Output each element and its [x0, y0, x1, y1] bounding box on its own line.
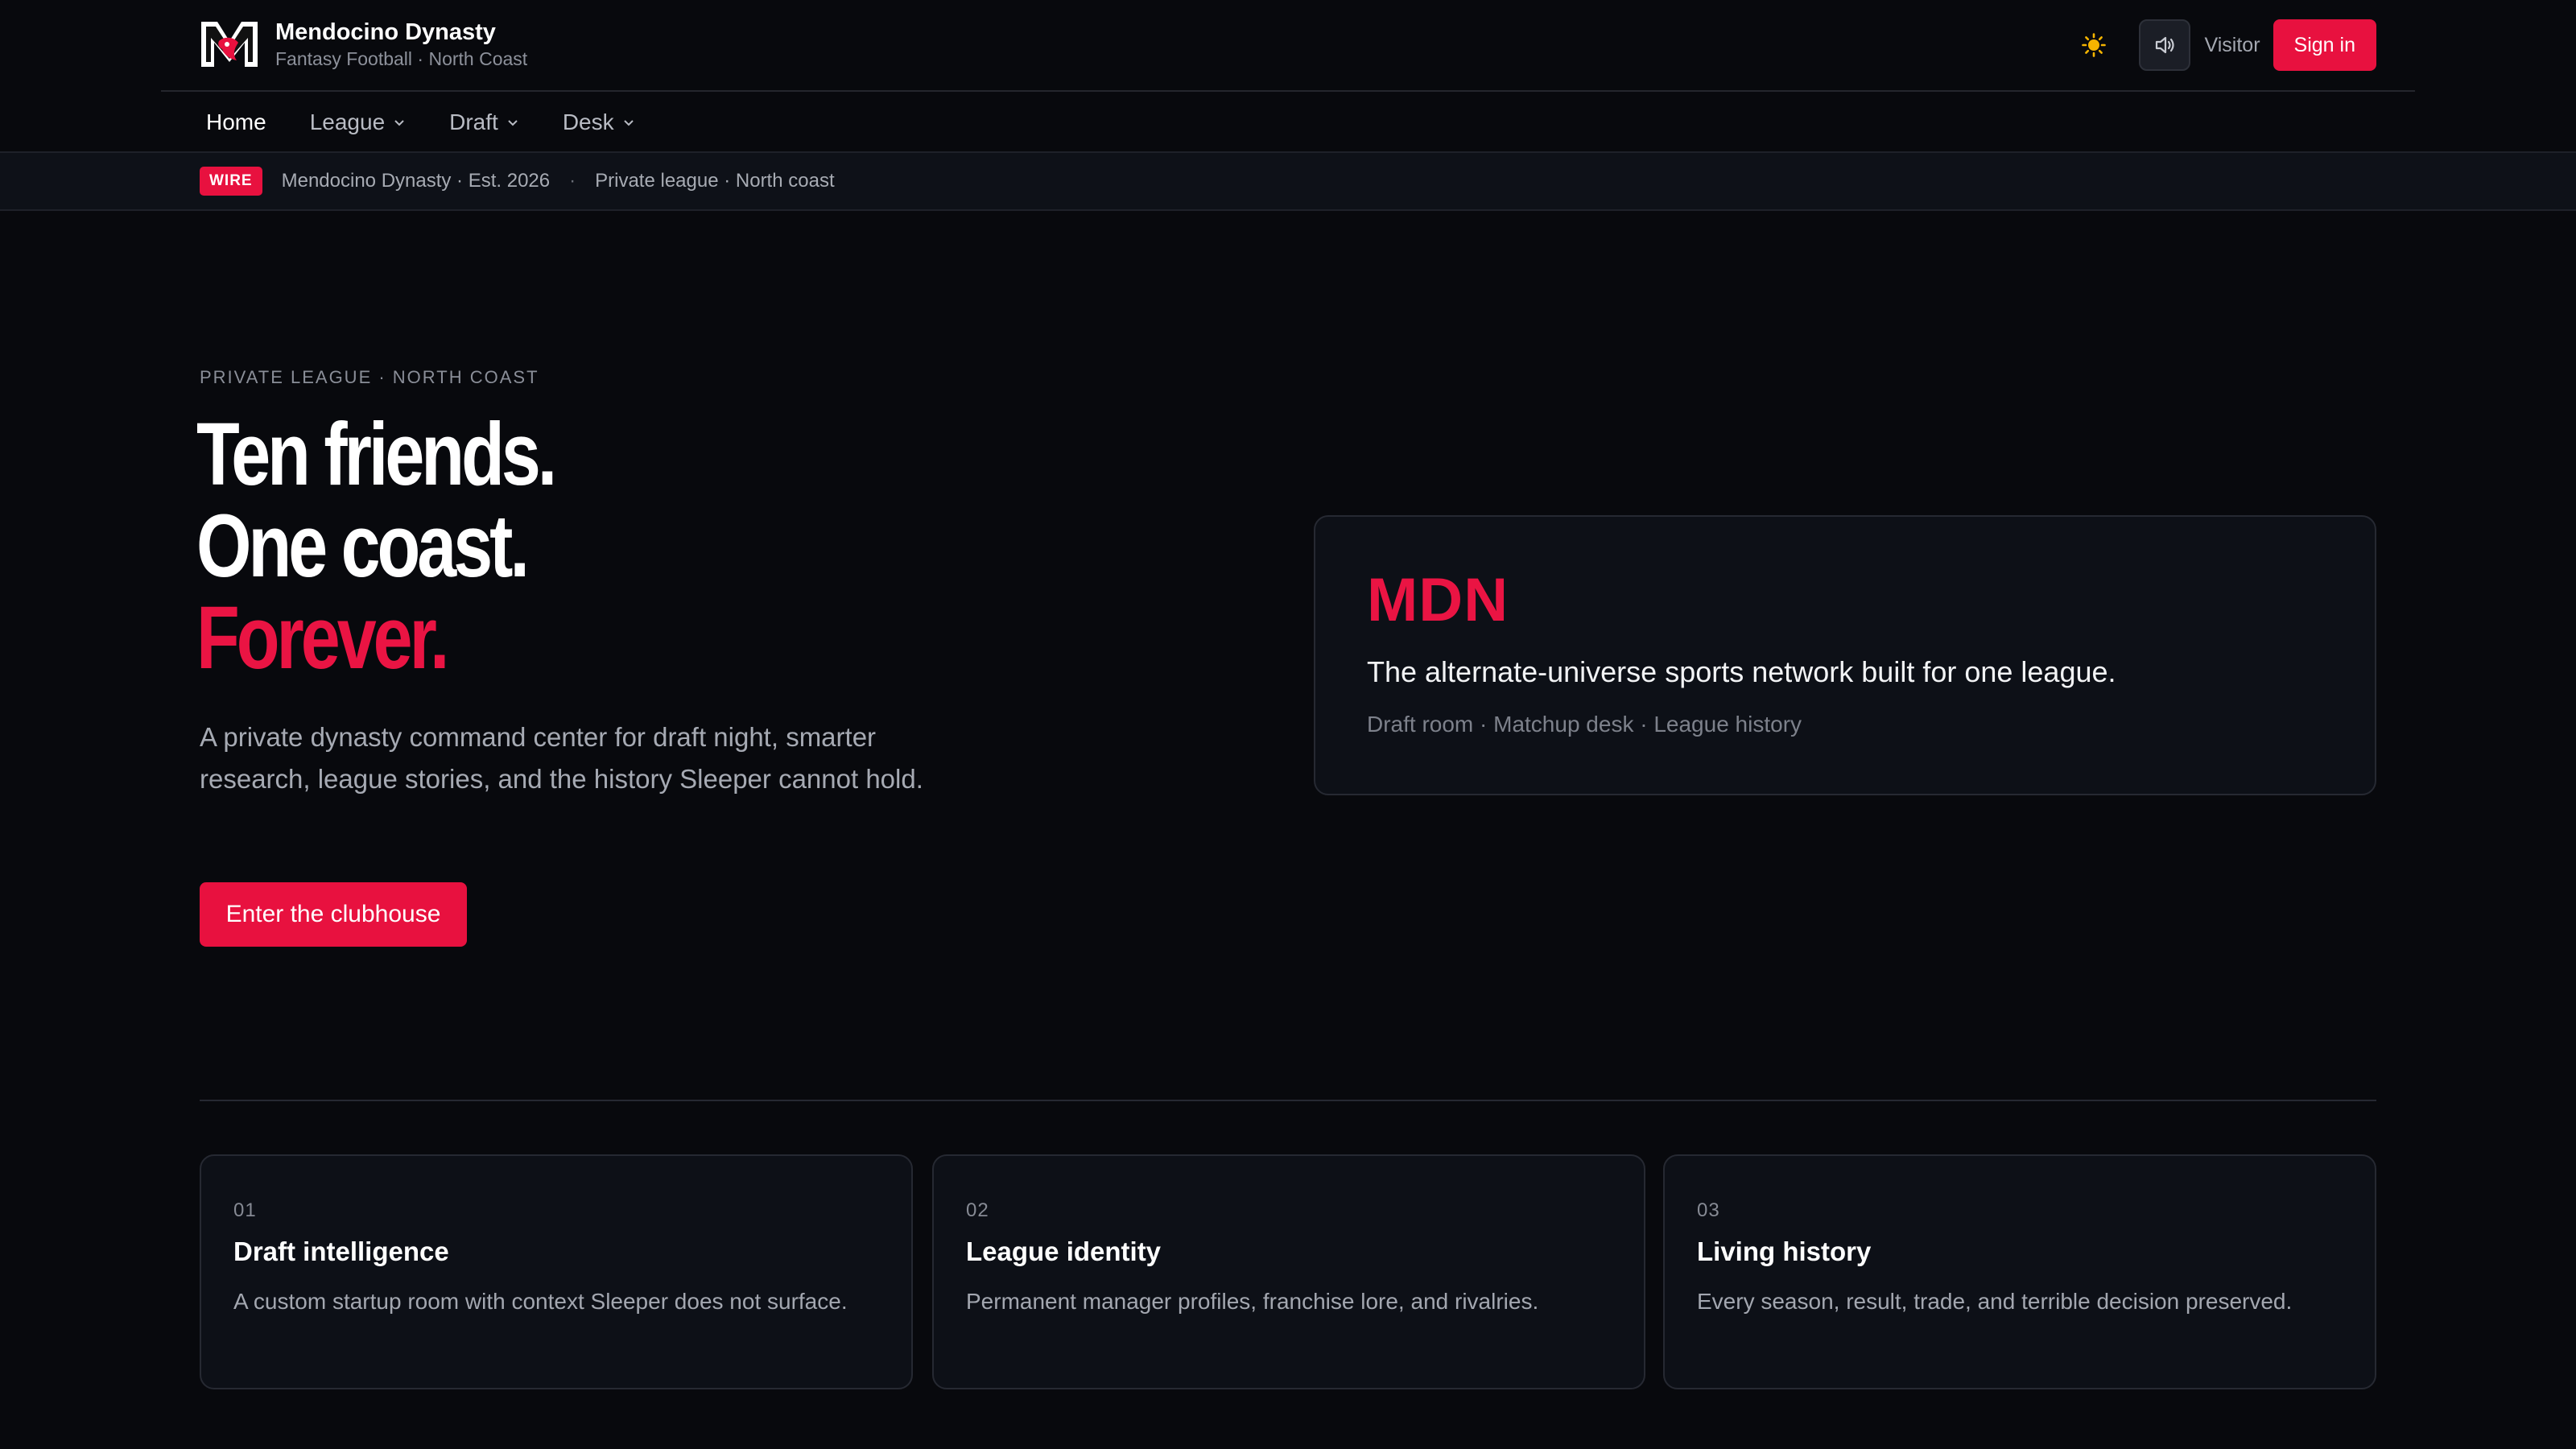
theme-toggle-button[interactable] — [2076, 27, 2112, 63]
feature-description: Permanent manager profiles, franchise lo… — [966, 1289, 1539, 1314]
chevron-down-icon — [623, 120, 634, 126]
headline-line: Ten friends. — [196, 405, 557, 504]
nav-item-draft[interactable]: Draft — [449, 109, 519, 135]
wire-separator: · — [569, 170, 576, 192]
nav-item-label: Desk — [562, 109, 614, 134]
feature-description: A custom startup room with context Sleep… — [233, 1289, 848, 1314]
news-wire-bar: WIRE Mendocino Dynasty · Est. 2026 · Pri… — [0, 151, 2576, 211]
page: Mendocino Dynasty Fantasy Football · Nor… — [0, 0, 2576, 1449]
feature-title: Living history — [1697, 1236, 1872, 1266]
hero-eyebrow: PRIVATE LEAGUE · NORTH COAST — [200, 367, 539, 387]
mdn-network-card: MDN The alternate-universe sports networ… — [1314, 515, 2376, 795]
top-header: Mendocino Dynasty Fantasy Football · Nor… — [161, 0, 2415, 92]
feature-card-living-history: 03 Living history Every season, result, … — [1663, 1154, 2376, 1389]
speaker-icon — [2155, 36, 2174, 54]
wire-badge: WIRE — [200, 167, 262, 196]
feature-number: 03 — [1697, 1199, 1720, 1221]
nav-item-label: League — [309, 109, 386, 134]
nav-item-label: Draft — [449, 109, 498, 134]
header-actions: Visitor Sign in — [2076, 19, 2376, 71]
feature-title: Draft intelligence — [233, 1236, 449, 1266]
main-nav: Home League Draft Desk — [161, 93, 2415, 151]
chevron-down-icon — [508, 120, 518, 126]
mdn-meta: Draft room · Matchup desk · League histo… — [1367, 712, 1802, 737]
nav-item-league[interactable]: League — [310, 109, 406, 135]
feature-card-league-identity: 02 League identity Permanent manager pro… — [932, 1154, 1645, 1389]
brand-subtitle: Fantasy Football · North Coast — [275, 48, 528, 69]
brand[interactable]: Mendocino Dynasty Fantasy Football · Nor… — [200, 18, 527, 71]
wire-item: Private league · North coast — [595, 170, 835, 192]
nav-item-home[interactable]: Home — [206, 109, 266, 135]
brand-name: Mendocino Dynasty — [275, 19, 496, 45]
enter-clubhouse-button[interactable]: Enter the clubhouse — [200, 882, 467, 947]
sound-toggle-button[interactable] — [2138, 19, 2190, 71]
nav-item-label: Home — [206, 109, 266, 134]
visitor-label: Visitor — [2204, 33, 2260, 56]
feature-number: 02 — [966, 1199, 989, 1221]
feature-description: Every season, result, trade, and terribl… — [1697, 1289, 2293, 1314]
hero-headline: Ten friends. One coast. Forever. — [196, 405, 557, 687]
sign-in-button[interactable]: Sign in — [2273, 19, 2376, 71]
headline-accent-line: Forever. — [196, 588, 449, 687]
feature-title: League identity — [966, 1236, 1162, 1266]
chevron-down-icon — [394, 120, 404, 126]
mdn-tagline: The alternate-universe sports network bu… — [1367, 655, 2116, 688]
section-divider — [200, 1100, 2376, 1101]
hero-description: A private dynasty command center for dra… — [200, 722, 923, 794]
feature-card-draft-intelligence: 01 Draft intelligence A custom startup r… — [200, 1154, 913, 1389]
nav-item-desk[interactable]: Desk — [563, 109, 635, 135]
sun-icon — [2081, 33, 2106, 57]
wire-item: Mendocino Dynasty · Est. 2026 — [281, 170, 551, 192]
headline-line: One coast. — [196, 497, 530, 596]
feature-number: 01 — [233, 1199, 257, 1221]
mendocino-m-logo-icon — [201, 22, 258, 67]
mdn-title: MDN — [1367, 566, 1509, 634]
